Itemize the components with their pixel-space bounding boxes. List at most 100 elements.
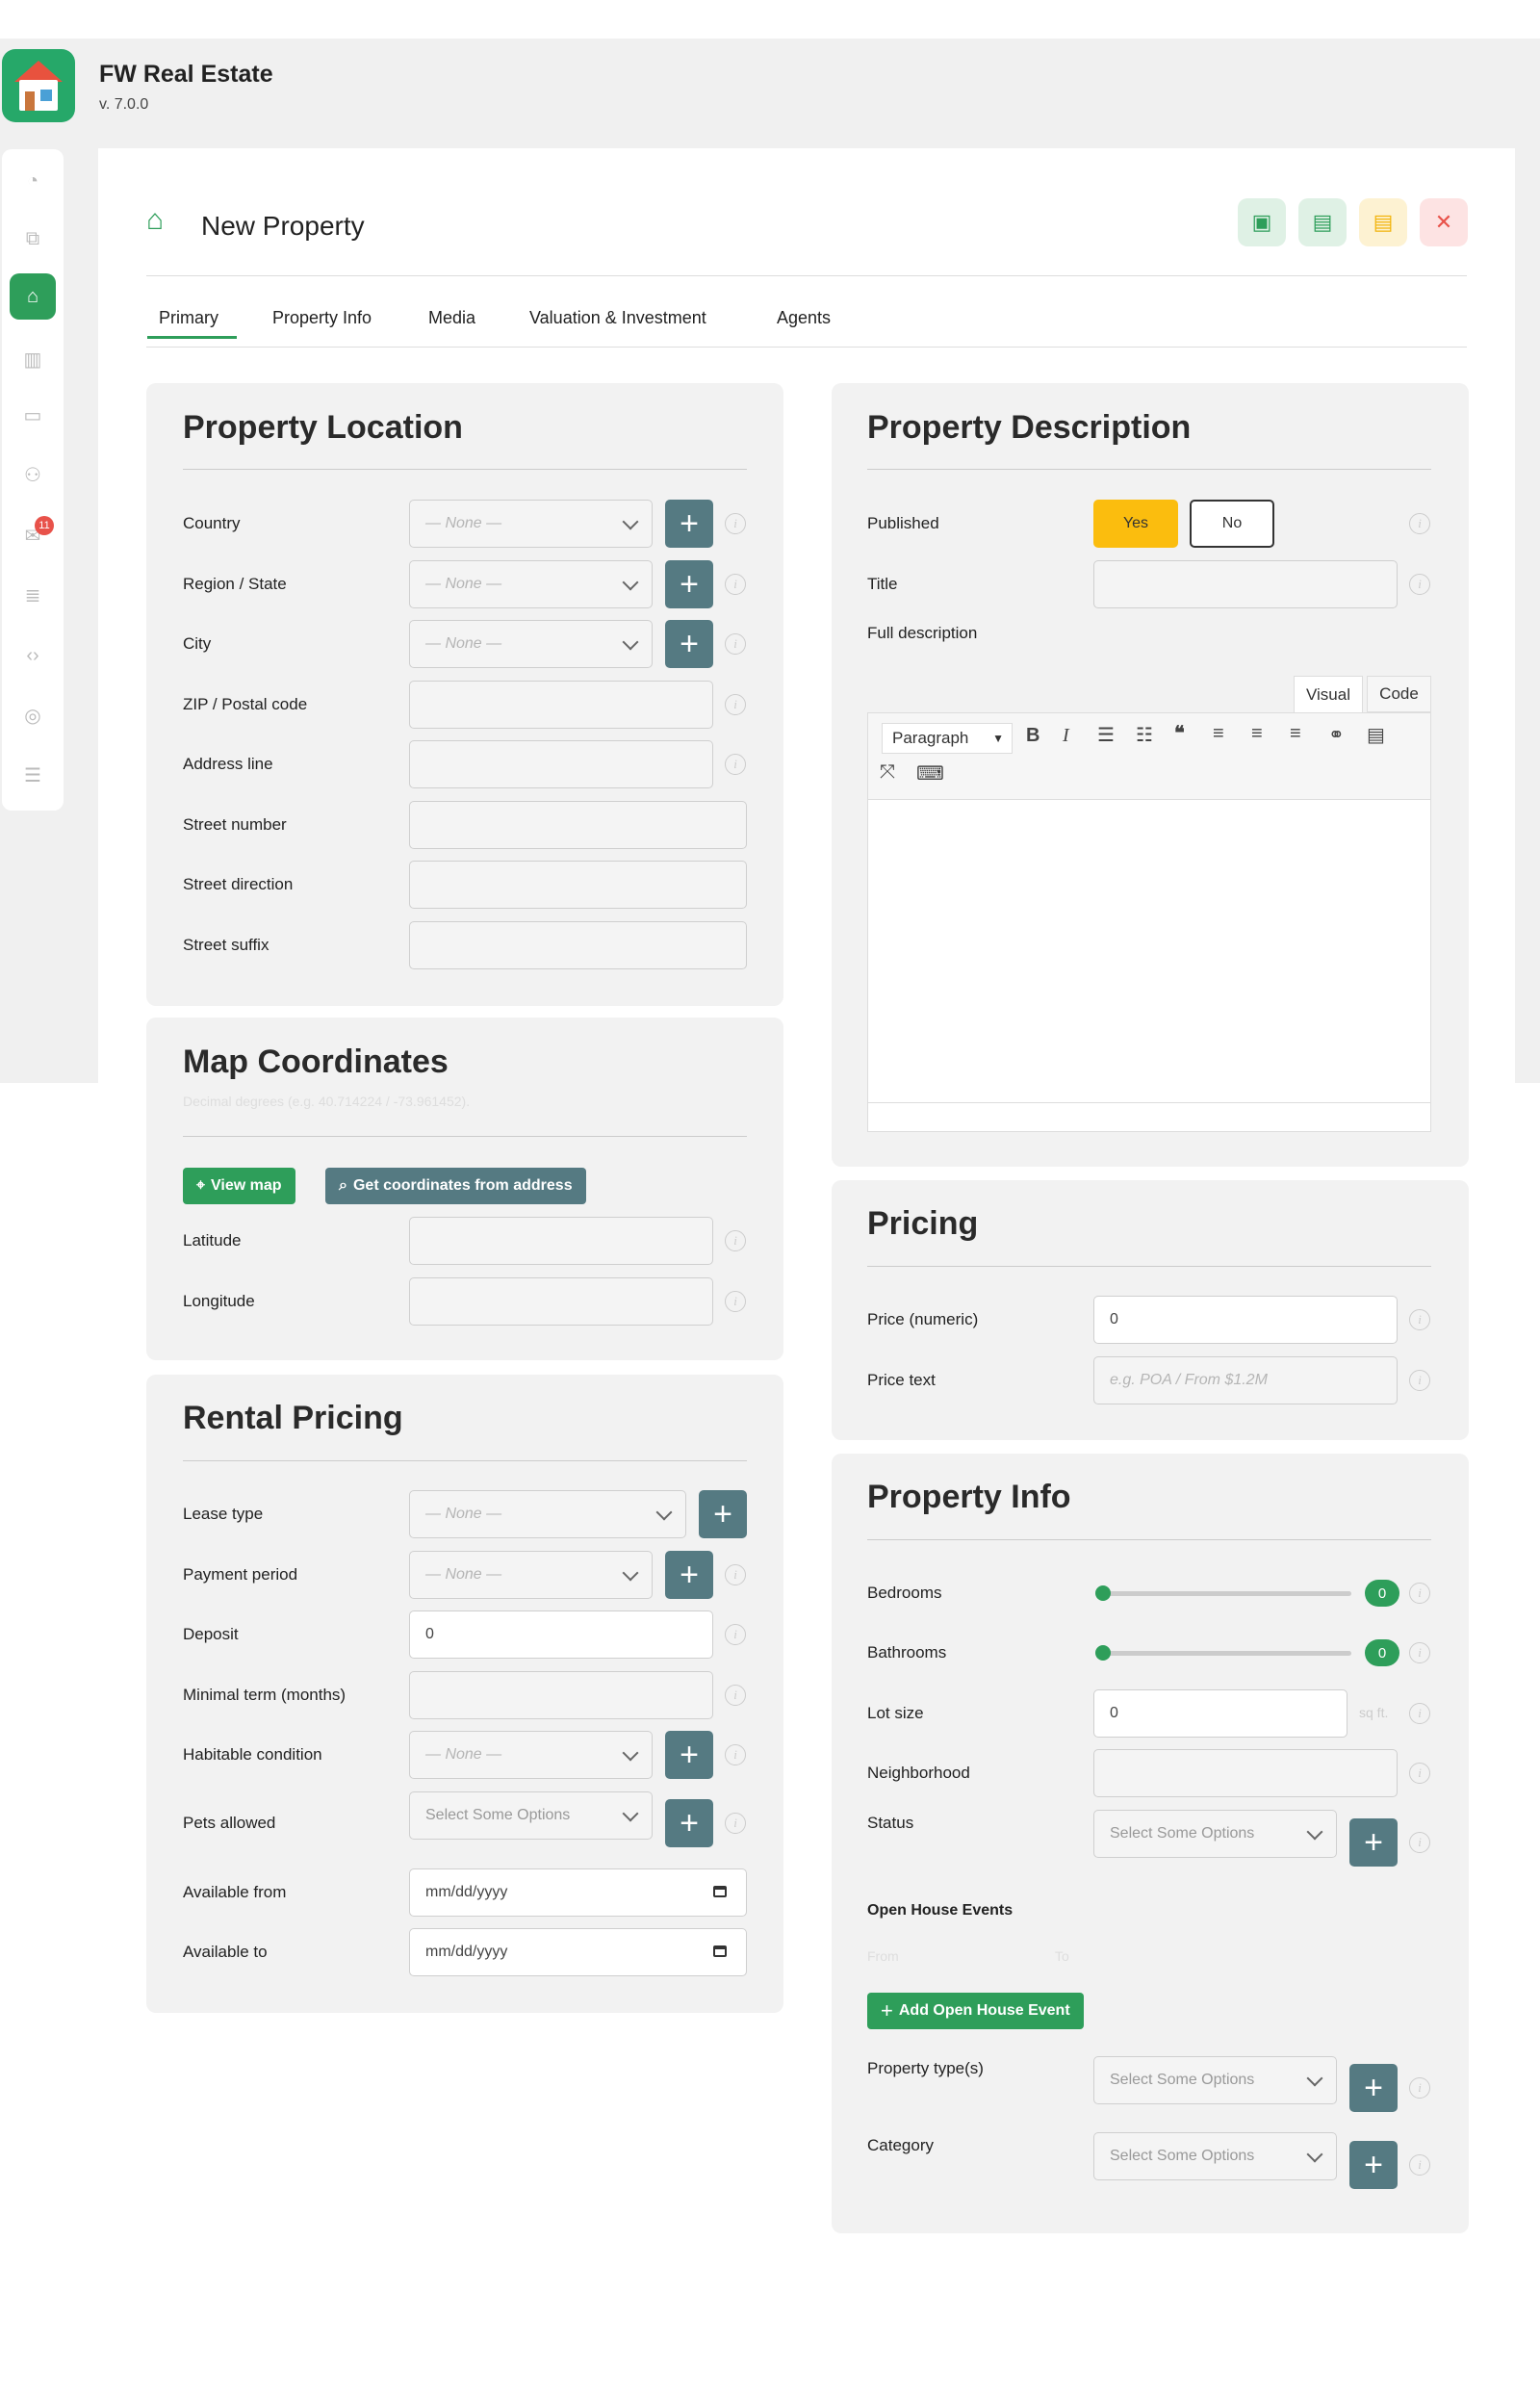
- library-icon[interactable]: ▥: [15, 342, 50, 376]
- info-icon[interactable]: i: [1409, 1370, 1430, 1391]
- deposit-input[interactable]: 0: [409, 1610, 713, 1659]
- habitable-select[interactable]: — None —: [409, 1731, 653, 1779]
- status-select[interactable]: Select Some Options: [1093, 1810, 1337, 1858]
- card-icon[interactable]: ▭: [15, 398, 50, 432]
- align-right-icon[interactable]: ≡: [1290, 723, 1301, 745]
- info-icon[interactable]: i: [725, 1685, 746, 1706]
- add-region-button[interactable]: +: [665, 560, 713, 608]
- lot-size-input[interactable]: 0: [1093, 1689, 1348, 1738]
- numbered-list-icon[interactable]: ☷: [1136, 723, 1153, 747]
- info-icon[interactable]: i: [725, 1813, 746, 1834]
- align-left-icon[interactable]: ≡: [1213, 723, 1224, 745]
- price-text-input[interactable]: e.g. POA / From $1.2M: [1093, 1356, 1398, 1404]
- add-habitable-button[interactable]: +: [665, 1731, 713, 1779]
- bathrooms-slider[interactable]: [1097, 1651, 1351, 1656]
- info-icon[interactable]: i: [1409, 1642, 1430, 1663]
- puzzle-icon[interactable]: ⧉: [15, 221, 50, 256]
- add-city-button[interactable]: +: [665, 620, 713, 668]
- info-icon[interactable]: i: [725, 513, 746, 534]
- globe-icon[interactable]: ◎: [15, 698, 50, 733]
- category-select[interactable]: Select Some Options: [1093, 2132, 1337, 2180]
- info-icon[interactable]: i: [725, 754, 746, 775]
- street-direction-input[interactable]: [409, 861, 747, 909]
- save-new-button[interactable]: ▤: [1359, 198, 1407, 246]
- available-to-input[interactable]: mm/dd/yyyy: [409, 1928, 747, 1976]
- payment-period-select[interactable]: — None —: [409, 1551, 653, 1599]
- available-from-input[interactable]: mm/dd/yyyy: [409, 1868, 747, 1917]
- read-more-icon[interactable]: ▤: [1367, 723, 1385, 747]
- add-country-button[interactable]: +: [665, 500, 713, 548]
- minimal-term-input[interactable]: [409, 1671, 713, 1719]
- tab-media[interactable]: Media: [428, 308, 475, 328]
- close-button[interactable]: ✕: [1420, 198, 1468, 246]
- city-select[interactable]: — None —: [409, 620, 653, 668]
- info-icon[interactable]: i: [1409, 1309, 1430, 1330]
- get-coordinates-button[interactable]: ⌕ Get coordinates from address: [325, 1168, 586, 1204]
- info-icon[interactable]: i: [1409, 1832, 1430, 1853]
- info-icon[interactable]: i: [1409, 2077, 1430, 2099]
- title-input[interactable]: [1093, 560, 1398, 608]
- info-icon[interactable]: i: [725, 633, 746, 655]
- save-button[interactable]: ▣: [1238, 198, 1286, 246]
- blockquote-icon[interactable]: ❝: [1174, 721, 1185, 745]
- view-map-button[interactable]: ⌖ View map: [183, 1168, 295, 1204]
- info-icon[interactable]: i: [725, 1564, 746, 1585]
- info-icon[interactable]: i: [1409, 513, 1430, 534]
- italic-icon[interactable]: I: [1063, 725, 1069, 747]
- fullscreen-icon[interactable]: ⤧: [880, 761, 895, 784]
- add-pets-button[interactable]: +: [665, 1799, 713, 1847]
- bathrooms-slider-handle[interactable]: [1095, 1645, 1111, 1661]
- latitude-input[interactable]: [409, 1217, 713, 1265]
- bedrooms-slider-handle[interactable]: [1095, 1585, 1111, 1601]
- price-numeric-input[interactable]: 0: [1093, 1296, 1398, 1344]
- tab-valuation[interactable]: Valuation & Investment: [529, 308, 706, 328]
- info-icon[interactable]: i: [1409, 1703, 1430, 1724]
- align-center-icon[interactable]: ≡: [1251, 723, 1263, 745]
- bullet-list-icon[interactable]: ☰: [1097, 723, 1115, 747]
- tab-agents[interactable]: Agents: [777, 308, 831, 328]
- info-icon[interactable]: i: [725, 1744, 746, 1765]
- add-status-button[interactable]: +: [1349, 1818, 1398, 1867]
- add-category-button[interactable]: +: [1349, 2141, 1398, 2189]
- street-number-input[interactable]: [409, 801, 747, 849]
- info-icon[interactable]: i: [725, 574, 746, 595]
- code-icon[interactable]: ‹›: [15, 638, 50, 673]
- bold-icon[interactable]: B: [1026, 725, 1040, 747]
- info-icon[interactable]: i: [1409, 2154, 1430, 2176]
- tab-primary[interactable]: Primary: [159, 308, 218, 328]
- home-icon[interactable]: ⌂: [10, 273, 56, 320]
- longitude-input[interactable]: [409, 1277, 713, 1326]
- region-select[interactable]: — None —: [409, 560, 653, 608]
- info-icon[interactable]: i: [1409, 574, 1430, 595]
- editor-tab-visual[interactable]: Visual: [1294, 676, 1363, 712]
- add-period-button[interactable]: +: [665, 1551, 713, 1599]
- info-icon[interactable]: i: [725, 1624, 746, 1645]
- info-icon[interactable]: i: [725, 1291, 746, 1312]
- tab-property-info[interactable]: Property Info: [272, 308, 372, 328]
- bedrooms-slider[interactable]: [1097, 1591, 1351, 1596]
- add-lease-button[interactable]: +: [699, 1490, 747, 1538]
- info-icon[interactable]: i: [1409, 1763, 1430, 1784]
- address-input[interactable]: [409, 740, 713, 788]
- paragraph-select[interactable]: Paragraph ▼: [882, 723, 1013, 754]
- info-icon[interactable]: i: [725, 694, 746, 715]
- neighborhood-input[interactable]: [1093, 1749, 1398, 1797]
- published-no-button[interactable]: No: [1190, 500, 1274, 548]
- editor-tab-code[interactable]: Code: [1367, 676, 1431, 712]
- add-open-house-button[interactable]: + Add Open House Event: [867, 1993, 1084, 2029]
- calendar-icon[interactable]: [713, 1886, 727, 1897]
- add-property-type-button[interactable]: +: [1349, 2064, 1398, 2112]
- published-yes-button[interactable]: Yes: [1093, 500, 1178, 548]
- keyboard-icon[interactable]: ⌨: [916, 761, 944, 786]
- users-icon[interactable]: ⚇: [15, 457, 50, 492]
- settings-icon[interactable]: ☰: [15, 758, 50, 792]
- save-close-button[interactable]: ▤: [1298, 198, 1347, 246]
- pets-select[interactable]: Select Some Options: [409, 1791, 653, 1840]
- property-types-select[interactable]: Select Some Options: [1093, 2056, 1337, 2104]
- dashboard-icon[interactable]: ◔: [15, 164, 50, 198]
- country-select[interactable]: — None —: [409, 500, 653, 548]
- link-icon[interactable]: ⚭: [1328, 723, 1345, 747]
- info-icon[interactable]: i: [725, 1230, 746, 1251]
- calendar-icon[interactable]: [713, 1945, 727, 1957]
- street-suffix-input[interactable]: [409, 921, 747, 969]
